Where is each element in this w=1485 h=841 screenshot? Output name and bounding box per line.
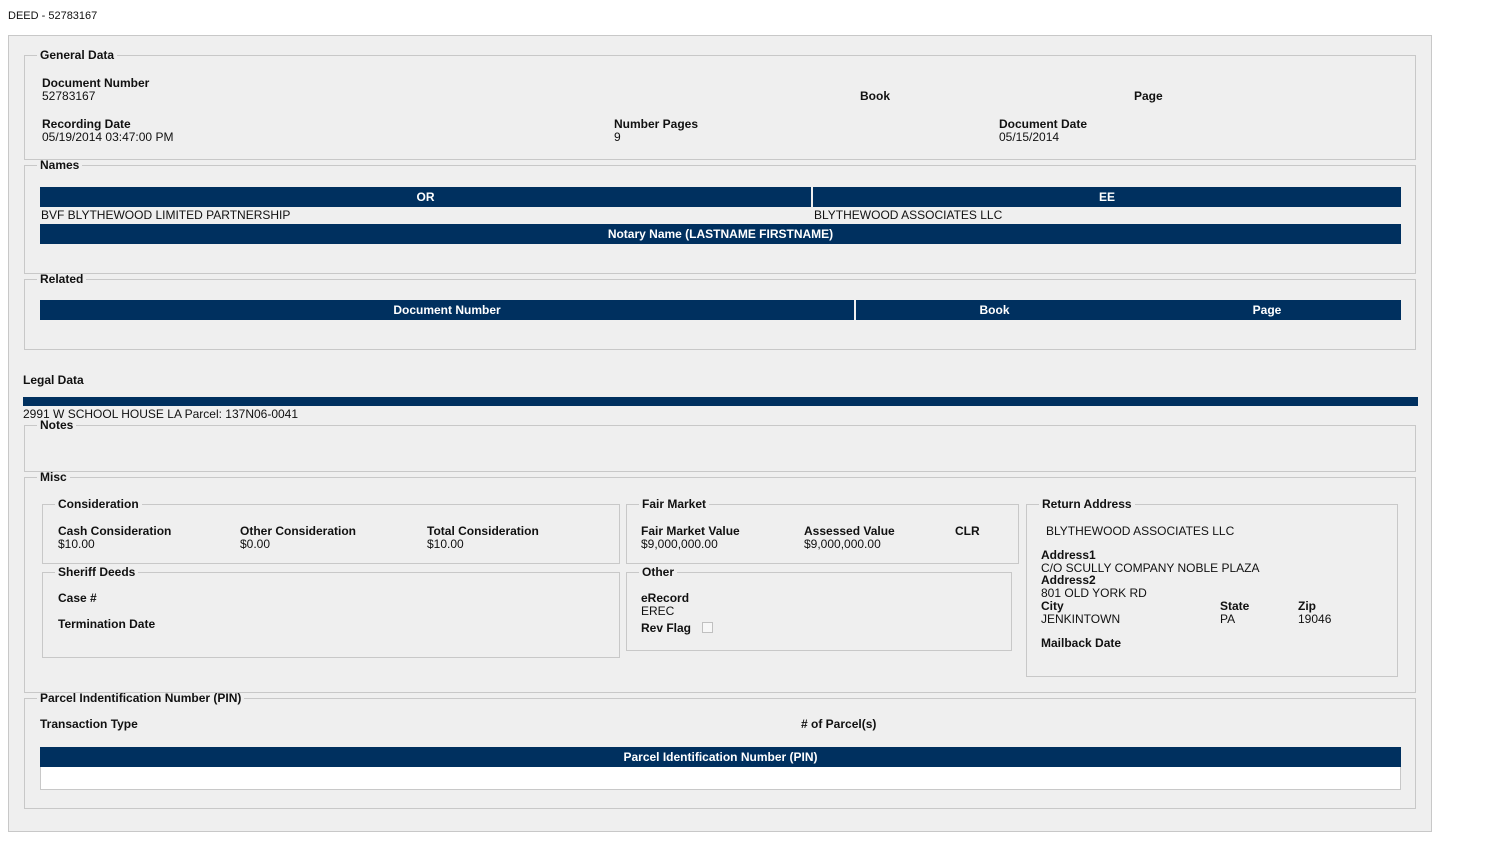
rev-flag-checkbox[interactable] bbox=[702, 622, 713, 633]
general-data-legend: General Data bbox=[40, 48, 115, 62]
related-book-header: Book bbox=[856, 300, 1133, 320]
transaction-type-label: Transaction Type bbox=[40, 717, 138, 731]
pin-table-body bbox=[40, 767, 1401, 790]
related-page-header: Page bbox=[1133, 300, 1401, 320]
page-title: DEED - 52783167 bbox=[8, 10, 98, 22]
fair-market-legend: Fair Market bbox=[642, 497, 707, 511]
notary-name-header: Notary Name (LASTNAME FIRSTNAME) bbox=[40, 224, 1401, 244]
general-data-section: General Data bbox=[24, 48, 1416, 160]
sheriff-deeds-section: Sheriff Deeds bbox=[42, 565, 620, 658]
return-address-legend: Return Address bbox=[1042, 497, 1132, 511]
or-column-header: OR bbox=[40, 187, 811, 207]
book-label: Book bbox=[860, 89, 890, 103]
related-document-number-header: Document Number bbox=[40, 300, 854, 320]
grantor-name: BVF BLYTHEWOOD LIMITED PARTNERSHIP bbox=[41, 208, 291, 222]
city-value: JENKINTOWN bbox=[1041, 612, 1121, 626]
legal-data-heading: Legal Data bbox=[23, 373, 84, 387]
erecord-value: EREC bbox=[641, 604, 675, 618]
related-legend: Related bbox=[40, 272, 84, 286]
legal-data-bar bbox=[23, 397, 1418, 406]
zip-value: 19046 bbox=[1298, 612, 1332, 626]
total-consideration-value: $10.00 bbox=[427, 537, 464, 551]
recording-date-value: 05/19/2014 03:47:00 PM bbox=[42, 130, 174, 144]
sheriff-deeds-legend: Sheriff Deeds bbox=[58, 565, 136, 579]
number-pages-value: 9 bbox=[614, 130, 621, 144]
pin-legend: Parcel Indentification Number (PIN) bbox=[40, 691, 242, 705]
return-address-name: BLYTHEWOOD ASSOCIATES LLC bbox=[1046, 524, 1235, 538]
case-number-label: Case # bbox=[58, 591, 97, 605]
rev-flag-label: Rev Flag bbox=[641, 621, 692, 635]
other-section: Other bbox=[626, 565, 1012, 651]
mailback-date-label: Mailback Date bbox=[1041, 636, 1122, 650]
notes-legend: Notes bbox=[40, 418, 74, 432]
document-date-value: 05/15/2014 bbox=[999, 130, 1060, 144]
other-consideration-value: $0.00 bbox=[240, 537, 271, 551]
pin-table-header: Parcel Identification Number (PIN) bbox=[40, 747, 1401, 767]
misc-legend: Misc bbox=[40, 470, 67, 484]
assessed-value: $9,000,000.00 bbox=[804, 537, 881, 551]
page-label: Page bbox=[1134, 89, 1163, 103]
names-legend: Names bbox=[40, 158, 80, 172]
document-number-value: 52783167 bbox=[42, 89, 96, 103]
state-value: PA bbox=[1220, 612, 1236, 626]
fair-market-value: $9,000,000.00 bbox=[641, 537, 718, 551]
ee-column-header: EE bbox=[813, 187, 1401, 207]
clr-label: CLR bbox=[955, 524, 980, 538]
number-of-parcels-label: # of Parcel(s) bbox=[801, 717, 877, 731]
notes-section: Notes bbox=[24, 418, 1416, 472]
address2-value: 801 OLD YORK RD bbox=[1041, 586, 1147, 600]
number-pages-label: Number Pages bbox=[614, 117, 699, 131]
grantee-name: BLYTHEWOOD ASSOCIATES LLC bbox=[814, 208, 1003, 222]
cash-consideration-value: $10.00 bbox=[58, 537, 95, 551]
termination-date-label: Termination Date bbox=[58, 617, 156, 631]
consideration-legend: Consideration bbox=[58, 497, 139, 511]
other-legend: Other bbox=[642, 565, 675, 579]
